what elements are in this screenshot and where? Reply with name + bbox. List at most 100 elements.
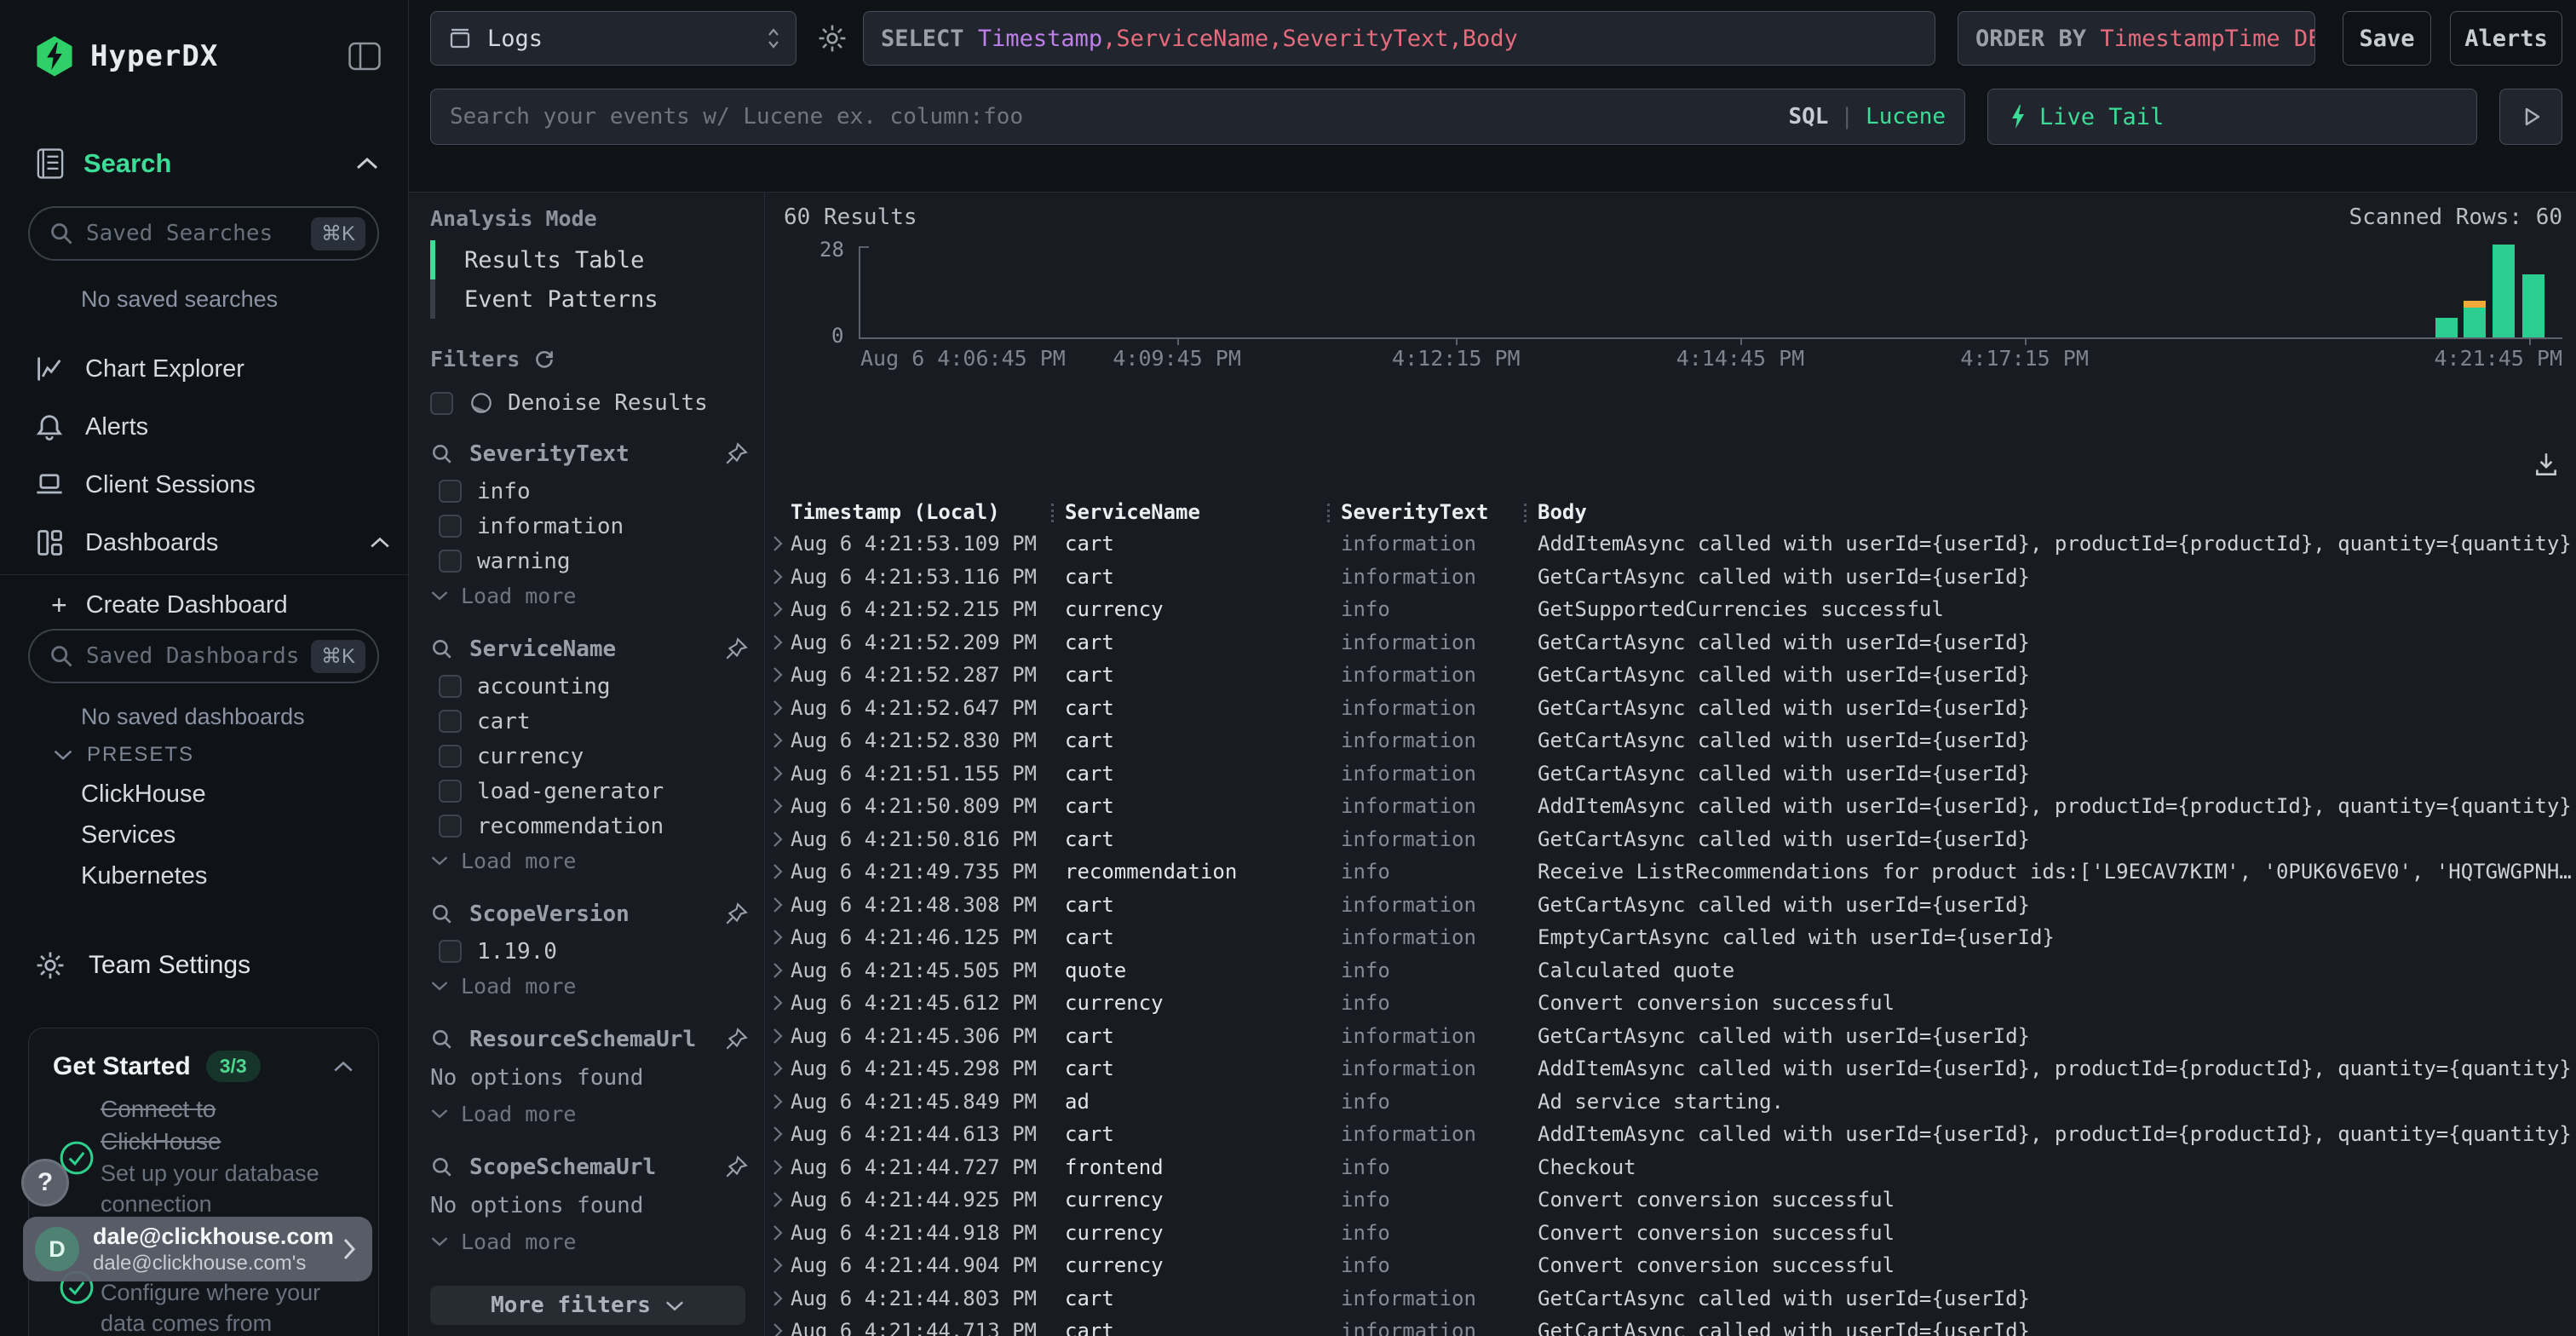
table-row[interactable]: Aug 6 4:21:44.904 PMcurrencyinfoConvert … [765,1249,2573,1282]
table-row[interactable]: Aug 6 4:21:50.816 PMcartinformationGetCa… [765,823,2573,856]
table-row[interactable]: Aug 6 4:21:44.613 PMcartinformationAddIt… [765,1118,2573,1151]
get-started-step-1[interactable]: Connect to ClickHouse Set up your databa… [101,1093,319,1219]
row-expand-chevron-icon[interactable] [772,797,784,815]
presets-toggle[interactable]: PRESETS [53,743,194,767]
table-row[interactable]: Aug 6 4:21:50.809 PMcartinformationAddIt… [765,790,2573,823]
pin-icon[interactable] [723,1027,749,1052]
checkbox[interactable] [439,515,462,538]
table-row[interactable]: Aug 6 4:21:45.849 PMadinfoAd service sta… [765,1086,2573,1119]
create-dashboard-button[interactable]: + Create Dashboard [51,586,288,624]
table-row[interactable]: Aug 6 4:21:53.116 PMcartinformationGetCa… [765,561,2573,594]
checkbox[interactable] [439,745,462,768]
filter-option[interactable]: load-generator [430,774,749,809]
sidebar-item-chart-explorer[interactable]: Chart Explorer [34,348,391,390]
row-expand-chevron-icon[interactable] [772,1158,784,1177]
row-expand-chevron-icon[interactable] [772,1027,784,1045]
checkbox[interactable] [439,550,462,573]
pin-icon[interactable] [723,441,749,467]
table-row[interactable]: Aug 6 4:21:45.306 PMcartinformationGetCa… [765,1020,2573,1053]
row-expand-chevron-icon[interactable] [772,928,784,947]
event-search-box[interactable]: SQL | Lucene [430,89,1965,145]
histogram-bar[interactable] [2435,318,2458,337]
table-row[interactable]: Aug 6 4:21:49.735 PMrecommendationinfoRe… [765,855,2573,889]
row-expand-chevron-icon[interactable] [772,961,784,980]
filter-option[interactable]: currency [430,739,749,774]
load-more-button[interactable]: Load more [430,1224,749,1258]
histogram-bar[interactable] [2464,301,2486,337]
pin-icon[interactable] [723,636,749,662]
row-expand-chevron-icon[interactable] [772,633,784,652]
table-row[interactable]: Aug 6 4:21:45.505 PMquoteinfoCalculated … [765,954,2573,988]
source-settings-button[interactable] [814,22,851,55]
denoise-results-checkbox[interactable]: Denoise Results [430,390,708,416]
saved-searches-input[interactable] [86,221,311,246]
tab-results-table[interactable]: Results Table [430,240,756,279]
row-expand-chevron-icon[interactable] [772,1059,784,1078]
filter-option[interactable]: accounting [430,669,749,704]
table-row[interactable]: Aug 6 4:21:52.647 PMcartinformationGetCa… [765,692,2573,725]
row-expand-chevron-icon[interactable] [772,600,784,619]
row-expand-chevron-icon[interactable] [772,1125,784,1143]
save-button[interactable]: Save [2343,11,2431,66]
column-header-timestamp[interactable]: Timestamp (Local) [791,500,1065,524]
pin-icon[interactable] [723,1155,749,1180]
chevron-up-icon[interactable] [332,1060,354,1074]
saved-dashboards-search[interactable]: ⌘K [28,629,379,683]
checkbox[interactable] [439,815,462,838]
results-histogram[interactable]: 28 0 Aug 6 4:06:45 PM4:09:45 PM4:12:15 P… [859,246,2562,339]
row-expand-chevron-icon[interactable] [772,534,784,553]
table-row[interactable]: Aug 6 4:21:51.155 PMcartinformationGetCa… [765,757,2573,791]
preset-clickhouse[interactable]: ClickHouse [81,780,206,809]
event-search-input[interactable] [450,104,1774,130]
row-expand-chevron-icon[interactable] [772,665,784,684]
filter-option[interactable]: warning [430,544,749,579]
table-row[interactable]: Aug 6 4:21:53.109 PMcartinformationAddIt… [765,527,2573,561]
language-toggle-lucene[interactable]: Lucene [1866,104,1946,130]
row-expand-chevron-icon[interactable] [772,1289,784,1308]
row-expand-chevron-icon[interactable] [772,1256,784,1275]
load-more-button[interactable]: Load more [430,579,749,613]
checkbox[interactable] [439,480,462,503]
language-toggle-sql[interactable]: SQL [1788,104,1828,130]
load-more-button[interactable]: Load more [430,969,749,1003]
load-more-button[interactable]: Load more [430,1097,749,1131]
run-query-button[interactable] [2499,89,2562,145]
chevron-up-icon[interactable] [355,156,379,171]
sidebar-item-alerts[interactable]: Alerts [34,406,391,448]
filter-option[interactable]: cart [430,704,749,739]
preset-services[interactable]: Services [81,821,175,849]
help-button[interactable]: ? [21,1159,69,1206]
sidebar-item-team-settings[interactable]: Team Settings [34,944,250,987]
row-expand-chevron-icon[interactable] [772,567,784,586]
table-row[interactable]: Aug 6 4:21:52.209 PMcartinformationGetCa… [765,626,2573,659]
order-by-input[interactable]: ORDER BY TimestampTime DESC [1958,11,2315,66]
pin-icon[interactable] [723,901,749,927]
row-expand-chevron-icon[interactable] [772,993,784,1012]
chevron-up-icon[interactable] [369,536,391,550]
get-started-step-2[interactable]: Configure where your data comes from [101,1277,320,1336]
checkbox[interactable] [439,675,462,698]
tab-event-patterns[interactable]: Event Patterns [430,279,756,319]
sidebar-item-client-sessions[interactable]: Client Sessions [34,464,391,506]
table-row[interactable]: Aug 6 4:21:52.287 PMcartinformationGetCa… [765,659,2573,692]
live-tail-button[interactable]: Live Tail [1987,89,2477,145]
row-expand-chevron-icon[interactable] [772,1092,784,1111]
column-header-body[interactable]: Body [1538,500,2573,524]
filter-option[interactable]: recommendation [430,809,749,844]
table-row[interactable]: Aug 6 4:21:46.125 PMcartinformationEmpty… [765,921,2573,954]
saved-searches-search[interactable]: ⌘K [28,206,379,261]
download-icon[interactable] [2532,450,2561,479]
table-row[interactable]: Aug 6 4:21:45.298 PMcartinformationAddIt… [765,1052,2573,1086]
sidebar-item-search[interactable]: Search [34,143,379,184]
row-expand-chevron-icon[interactable] [772,1190,784,1209]
row-expand-chevron-icon[interactable] [772,830,784,849]
table-row[interactable]: Aug 6 4:21:48.308 PMcartinformationGetCa… [765,889,2573,922]
row-expand-chevron-icon[interactable] [772,764,784,783]
sidebar-collapse-icon[interactable] [345,39,384,73]
checkbox[interactable] [439,780,462,803]
sidebar-item-dashboards[interactable]: Dashboards [34,521,391,564]
row-expand-chevron-icon[interactable] [772,862,784,881]
filter-option[interactable]: info [430,474,749,509]
row-expand-chevron-icon[interactable] [772,1322,784,1336]
user-menu[interactable]: D dale@clickhouse.com dale@clickhouse.co… [23,1217,372,1281]
